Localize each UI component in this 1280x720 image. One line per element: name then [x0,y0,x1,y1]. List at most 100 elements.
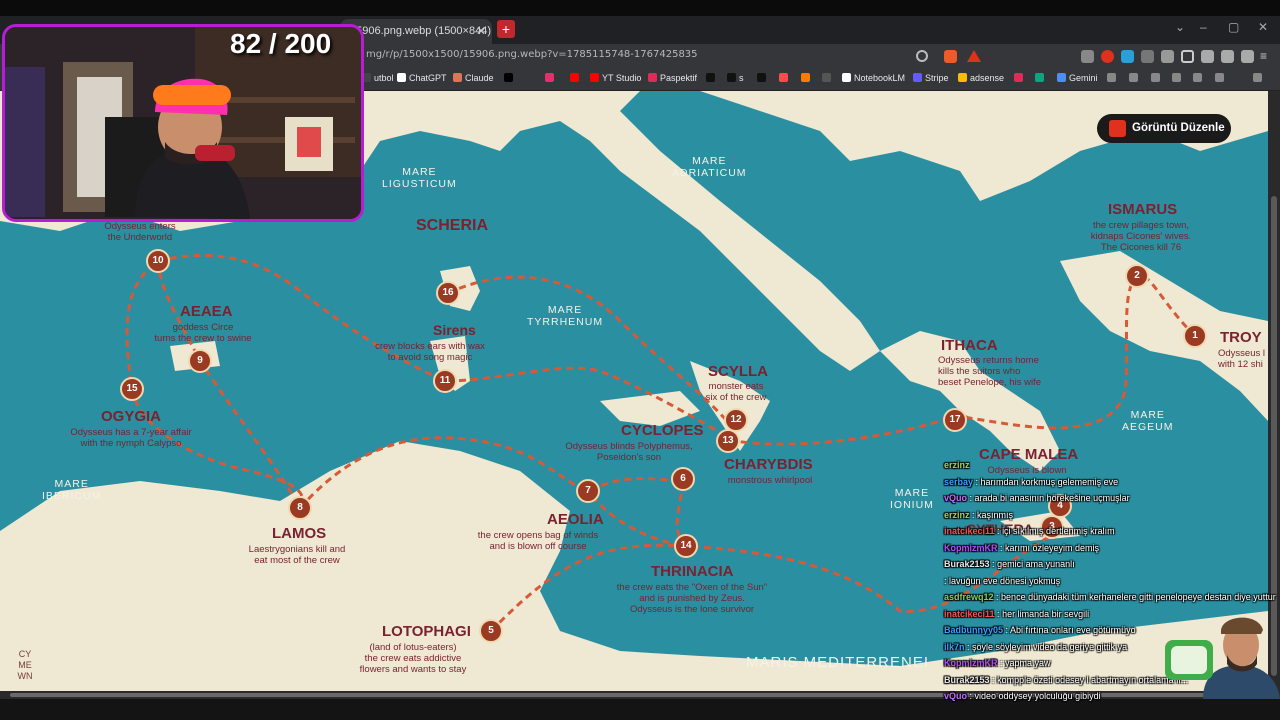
bookmark-icon[interactable] [1107,73,1119,83]
tab-close-icon[interactable]: ✕ [476,19,486,44]
url-text[interactable]: mg/r/p/1500x1500/15906.png.webp?v=178511… [366,49,698,60]
extension-record-icon[interactable] [1101,50,1114,63]
chat-text: kaşınmış [977,509,1014,520]
place-name: Sirens [433,322,476,338]
place-description: Odysseus has a 7-year affair with the ny… [70,427,192,449]
new-tab-button[interactable]: + [497,20,515,38]
chat-text: Abi fırtına onları eve götürmüyo [1010,625,1136,635]
bookmark-icon[interactable] [1253,73,1265,83]
bookmark-item[interactable]: adsense [958,73,1004,83]
chat-separator: : [993,592,1002,602]
place-description: the crew pillages town, kidnaps Cicones'… [1090,220,1192,253]
pdf-icon [1109,120,1126,137]
place-name: AEOLIA [547,511,604,528]
bookmark-icon[interactable] [1151,73,1163,83]
bookmark-favicon-icon [1107,73,1116,82]
artist-signature: CY ME WN [17,649,33,681]
chat-message: erzinz : kaşınmış [944,510,1013,520]
vpn-icon[interactable] [1241,50,1254,63]
place-name: ISMARUS [1108,201,1178,218]
bookmark-item[interactable]: Gemini [1057,73,1098,83]
chat-username: erzinz [944,509,970,520]
bookmark-label: ChatGPT [409,73,447,83]
place-name: OGYGIA [101,408,162,425]
sea-label: MARE TYRRHENUM [527,304,604,328]
chat-separator: : [997,542,1006,553]
bookmark-item[interactable]: utbol [362,73,394,83]
route-stop-marker: 13 [716,429,740,453]
extension-icon[interactable] [1161,50,1174,63]
bookmark-favicon-icon [397,73,406,82]
ai-icon[interactable] [1221,50,1234,63]
bookmark-item[interactable] [801,73,813,83]
chat-text: şöyle söyleyim video da geriye gittik ya [972,641,1128,652]
wallet-icon[interactable] [1201,50,1214,63]
chat-message: inatcikeci11 : her limanda bir sevgili [944,609,1089,619]
zoom-icon[interactable] [916,50,928,62]
bookmark-item[interactable]: Stripe [913,73,949,83]
place-description: (land of lotus-eaters) the crew eats add… [359,642,467,675]
minimize-icon[interactable]: – [1200,20,1207,34]
bookmark-icon[interactable] [1215,73,1227,83]
bookmark-item[interactable] [757,73,769,83]
bookmark-icon[interactable] [1193,73,1205,83]
bookmark-favicon-icon [545,73,554,82]
chat-text: video oddysey yolculuğu gibiydi [974,691,1101,701]
brave-rewards-icon[interactable] [967,50,981,62]
chat-message: vQuo : arada bi anasının hörekešine uçmu… [944,493,1130,503]
bookmark-item[interactable] [1014,73,1026,83]
route-stop-marker: 15 [120,377,144,401]
bookmark-item[interactable] [1035,73,1047,83]
close-window-icon[interactable]: ✕ [1258,20,1268,34]
bookmark-favicon-icon [1253,73,1262,82]
bookmark-item[interactable] [822,73,834,83]
place-name: CYCLOPES [621,422,704,439]
sidebar-icon[interactable] [1181,50,1194,63]
place-description: the crew opens bag of winds and is blown… [477,530,599,552]
chat-username: inatcikeci11 [944,526,995,536]
bookmark-item[interactable] [504,73,516,83]
maximize-icon[interactable]: ▢ [1228,20,1239,34]
chat-message: Burak2153 : gemici ama yunanlı [944,559,1075,569]
bookmark-item[interactable] [779,73,791,83]
bottom-strip [0,699,1280,720]
menu-icon[interactable]: ≡ [1260,50,1273,63]
bookmark-item[interactable]: Paspektif [648,73,697,83]
bookmark-item[interactable] [545,73,557,83]
tab-search-chevron-icon[interactable]: ⌄ [1175,20,1185,34]
bookmark-item[interactable]: Claude [453,73,494,83]
bookmark-label: adsense [970,73,1005,83]
bookmark-item[interactable] [706,73,718,83]
bookmark-favicon-icon [590,73,599,82]
chat-message: inatcikeci11 : içi sıkılmış dertlenmiş k… [944,526,1115,536]
place-name: CHARYBDIS [724,456,813,473]
place-name: CAPE MALEA [979,446,1079,463]
chat-message: Burak2153 : kompple özeti odesey l abart… [944,675,1188,685]
puzzle-icon[interactable] [1141,50,1154,63]
chat-message: erzinz [944,460,970,470]
edit-image-label: Görüntü Düzenle [1132,122,1225,134]
bookmark-item[interactable]: YT Studio [590,73,641,83]
chat-username: KopmizmKR [944,658,998,668]
extension-icon[interactable] [1081,50,1094,63]
bookmark-favicon-icon [913,73,922,82]
bookmark-item[interactable]: s [727,73,744,83]
extension-icon[interactable] [1121,50,1134,63]
place-description: Odysseus blinds Polyphemus, Poseidon's s… [565,441,693,463]
bookmark-favicon-icon [842,73,851,82]
bookmark-icon[interactable] [1129,73,1141,83]
chat-username: Badbunnyy05 [944,625,1004,635]
bookmark-favicon-icon [1193,73,1202,82]
bookmark-favicon-icon [727,73,736,82]
bookmark-favicon-icon [822,73,831,82]
bookmark-item[interactable] [570,73,582,83]
edit-image-button[interactable]: Görüntü Düzenle [1097,114,1231,143]
place-description: Odysseus returns home kills the suitors … [938,355,1041,388]
sea-label: MARE ADRIATICUM [672,155,747,179]
bookmark-icon[interactable] [1172,73,1184,83]
bookmark-item[interactable]: NotebookLM [842,73,905,83]
bookmark-item[interactable]: ChatGPT [397,73,447,83]
brave-shield-icon[interactable] [944,50,957,63]
top-strip [0,0,1280,16]
place-name: AEAEA [180,303,233,320]
